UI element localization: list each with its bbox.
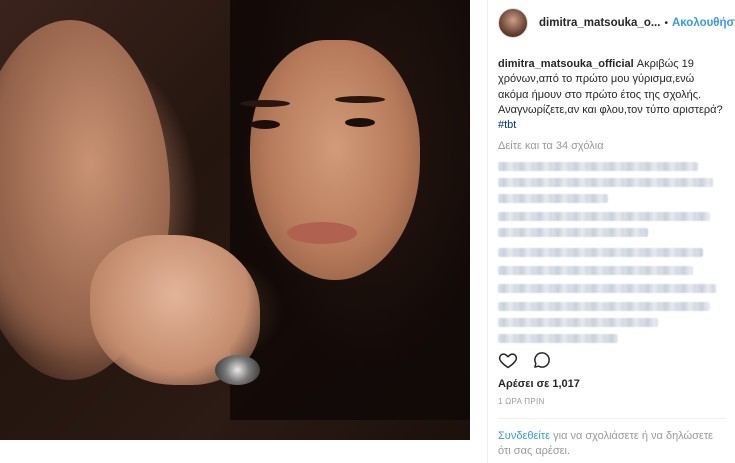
post-actions (498, 350, 552, 370)
hashtag-link[interactable]: #tbt (498, 119, 516, 131)
comments-list-blurred (488, 156, 735, 343)
likes-count[interactable]: Αρέσει σε 1,017 (498, 378, 580, 390)
post-media (0, 0, 487, 463)
photo-woman-face (250, 40, 420, 280)
post-side-panel: dimitra_matsouka_o... • Ακολουθήστε dimi… (487, 0, 735, 463)
username-link[interactable]: dimitra_matsouka_o... (539, 17, 660, 29)
heart-outline-icon[interactable] (498, 350, 518, 370)
login-link[interactable]: Συνδεθείτε (498, 430, 550, 442)
post-timestamp: 1 ΩΡΑ ΠΡΙΝ (498, 397, 545, 406)
post-caption: dimitra_matsouka_official Ακριβώς 19 χρό… (498, 57, 726, 133)
login-prompt: Συνδεθείτε για να σχολιάσετε ή να δηλώσε… (498, 429, 726, 459)
caption-username[interactable]: dimitra_matsouka_official (498, 58, 634, 70)
post-header: dimitra_matsouka_o... • Ακολουθήστε (488, 0, 735, 46)
divider (498, 418, 726, 419)
view-all-comments-link[interactable]: Δείτε και τα 34 σχόλια (498, 140, 604, 152)
follow-button[interactable]: Ακολουθήστε (672, 17, 735, 29)
speech-bubble-icon[interactable] (532, 350, 552, 370)
post-photo[interactable] (0, 0, 470, 440)
separator-dot: • (664, 17, 668, 29)
photo-ring (215, 355, 260, 385)
avatar[interactable] (498, 8, 528, 38)
